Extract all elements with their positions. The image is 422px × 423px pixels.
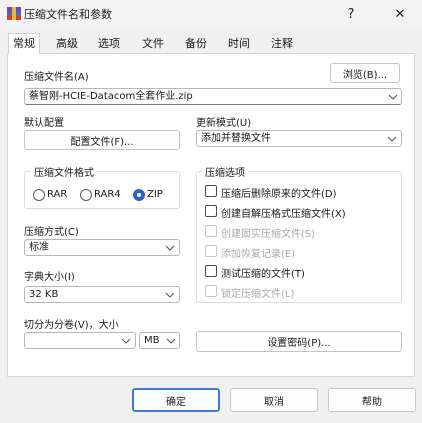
chevron-down-icon: [165, 292, 175, 298]
set-password-button[interactable]: 设置密码(P)...: [196, 331, 402, 352]
archive-name-input[interactable]: 蔡智刚-HCIE-Datacom全套作业.zip: [24, 88, 402, 105]
window-title: 压缩文件名和参数: [24, 8, 112, 21]
tab-advanced[interactable]: 高级: [52, 34, 82, 53]
dictionary-size-value: 32 KB: [29, 289, 59, 300]
recovery-record-checkbox: [205, 245, 217, 257]
tab-backup[interactable]: 备份: [181, 34, 211, 53]
default-profile-label: 默认配置: [24, 118, 64, 129]
compression-method-label: 压缩方式(C): [24, 227, 79, 238]
format-rar4-label[interactable]: RAR4: [94, 189, 121, 200]
ok-button[interactable]: 确定: [132, 388, 220, 412]
format-zip-radio[interactable]: [133, 189, 145, 201]
archive-name-value: 蔡智刚-HCIE-Datacom全套作业.zip: [29, 91, 193, 102]
tab-general[interactable]: 常规: [8, 33, 40, 54]
create-sfx-label[interactable]: 创建自解压格式压缩文件(X): [221, 205, 346, 220]
update-mode-value: 添加并替换文件: [201, 133, 271, 144]
split-unit-select[interactable]: MB: [139, 332, 180, 349]
test-files-checkbox[interactable]: [205, 265, 217, 277]
archiving-options-label: 压缩选项: [202, 164, 248, 179]
close-button[interactable]: ✕: [383, 0, 417, 28]
create-solid-label: 创建固实压缩文件(S): [221, 229, 316, 240]
update-mode-select[interactable]: 添加并替换文件: [196, 130, 402, 147]
recovery-record-label: 添加恢复记录(E): [221, 249, 296, 260]
compression-method-select[interactable]: 标准: [24, 239, 180, 256]
archive-format-label: 压缩文件格式: [31, 164, 97, 179]
tab-files[interactable]: 文件: [138, 34, 168, 53]
tab-options[interactable]: 选项: [94, 34, 124, 53]
lock-archive-label: 锁定压缩文件(L): [221, 289, 295, 300]
profiles-button[interactable]: 配置文件(F)...: [24, 130, 180, 150]
help-title-button[interactable]: ?: [334, 0, 368, 28]
dictionary-size-label: 字典大小(I): [24, 272, 75, 283]
tab-time[interactable]: 时间: [224, 34, 254, 53]
cancel-button[interactable]: 取消: [230, 388, 318, 412]
lock-archive-checkbox: [205, 285, 217, 297]
format-rar-radio[interactable]: [33, 189, 45, 201]
split-volumes-label: 切分为分卷(V)，大小: [24, 320, 119, 331]
chevron-down-icon: [121, 338, 131, 344]
chevron-down-icon: [166, 338, 176, 344]
chevron-down-icon: [165, 245, 175, 251]
format-rar4-radio[interactable]: [80, 189, 92, 201]
format-rar-label[interactable]: RAR: [47, 189, 67, 200]
create-sfx-checkbox[interactable]: [205, 205, 217, 217]
archive-name-label: 压缩文件名(A): [24, 72, 89, 83]
dictionary-size-select[interactable]: 32 KB: [24, 286, 180, 303]
test-files-label[interactable]: 测试压缩的文件(T): [221, 265, 305, 280]
tab-comment[interactable]: 注释: [267, 34, 297, 53]
update-mode-label: 更新模式(U): [196, 118, 252, 129]
winrar-app-icon: [6, 6, 22, 22]
split-size-input[interactable]: [24, 332, 136, 349]
format-zip-label[interactable]: ZIP: [147, 189, 163, 200]
split-unit-value: MB: [144, 335, 160, 346]
create-solid-checkbox: [205, 225, 217, 237]
compression-method-value: 标准: [29, 242, 49, 253]
chevron-down-icon[interactable]: [388, 92, 398, 102]
delete-after-checkbox[interactable]: [205, 185, 217, 197]
help-button[interactable]: 帮助: [328, 388, 416, 412]
delete-after-label[interactable]: 压缩后删除原来的文件(D): [221, 185, 337, 200]
browse-button[interactable]: 浏览(B)...: [330, 63, 400, 83]
chevron-down-icon: [387, 136, 397, 142]
